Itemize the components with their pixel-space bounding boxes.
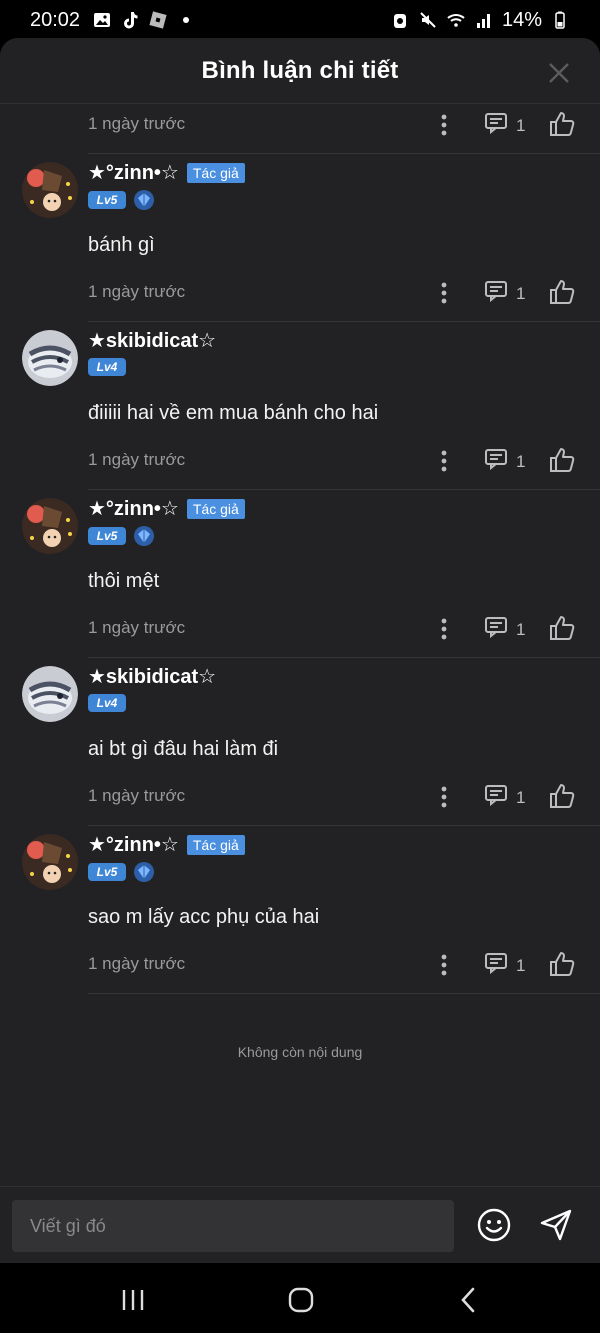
- like-icon[interactable]: [548, 950, 576, 978]
- avatar[interactable]: [22, 162, 78, 218]
- close-icon[interactable]: [546, 60, 572, 86]
- comment-input[interactable]: Viết gì đó: [12, 1200, 454, 1252]
- level-badge: Lv5: [88, 191, 126, 209]
- reply-icon: [484, 784, 508, 811]
- gallery-icon: [94, 13, 111, 27]
- avatar[interactable]: [22, 834, 78, 890]
- mute-icon: [420, 12, 436, 28]
- comment-time: 1 ngày trước: [88, 786, 186, 805]
- gem-badge-icon: [134, 862, 154, 882]
- comment-username[interactable]: ★skibidicat☆: [88, 664, 216, 689]
- comment-text: điiiii hai về em mua bánh cho hai: [88, 402, 379, 424]
- comment-time: 1 ngày trước: [88, 954, 186, 973]
- author-tag: Tác giả: [186, 498, 245, 519]
- sheet-header: Bình luận chi tiết: [0, 38, 600, 104]
- dot-icon: [183, 17, 190, 23]
- comment-item[interactable]: Lv4su kem 😊😊1 ngày trước1: [0, 104, 600, 154]
- comment-item[interactable]: ★skibidicat☆ Lv4 ai bt gì đâu hai làm đi 1 …: [0, 658, 600, 826]
- gem-badge-icon: [134, 526, 154, 546]
- emoji-icon[interactable]: [476, 1207, 512, 1243]
- sheet-title: Bình luận chi tiết: [201, 56, 399, 84]
- roblox-icon: [149, 11, 167, 29]
- comment-item[interactable]: ★°zinn•☆ Tác giả Lv5 thôi mệt 1 ngày trước 1: [0, 490, 600, 658]
- battery-percent: 14%: [501, 8, 542, 31]
- status-time: 20:02: [30, 8, 81, 31]
- signal-icon: [476, 14, 490, 28]
- comment-time: 1 ngày trước: [88, 450, 186, 469]
- comment-username[interactable]: ★skibidicat☆: [88, 328, 216, 353]
- comment-item[interactable]: ★°zinn•☆ Tác giả Lv5 bánh gì 1 ngày trước 1: [0, 154, 600, 322]
- comment-text: sao m lấy acc phụ của hai: [88, 906, 320, 928]
- alarm-icon: [393, 14, 406, 28]
- back-icon[interactable]: [454, 1285, 484, 1315]
- reply-count: 1: [516, 115, 526, 135]
- level-badge: Lv4: [88, 358, 126, 376]
- reply-button[interactable]: 1: [484, 280, 525, 307]
- tiktok-icon: [124, 12, 138, 29]
- comment-input-placeholder: Viết gì đó: [30, 1215, 106, 1236]
- avatar[interactable]: [22, 666, 78, 722]
- reply-button[interactable]: 1: [484, 784, 525, 811]
- wifi-icon: [447, 14, 465, 27]
- comment-item[interactable]: ★skibidicat☆ Lv4 điiiii hai về em mua bánh…: [0, 322, 600, 490]
- reply-count: 1: [516, 955, 526, 975]
- reply-icon: [484, 952, 508, 979]
- like-icon[interactable]: [548, 614, 576, 642]
- comment-username[interactable]: ★°zinn•☆: [88, 832, 179, 857]
- comment-list[interactable]: Lv4su kem 😊😊1 ngày trước1★°zinn•☆Tác giả…: [0, 104, 600, 1186]
- end-of-list-text: Không còn nội dung: [237, 1044, 363, 1060]
- reply-icon: [484, 280, 508, 307]
- system-nav-bar: [0, 1263, 600, 1333]
- level-badge: Lv4: [88, 694, 126, 712]
- comment-username[interactable]: ★°zinn•☆: [88, 496, 179, 521]
- level-badge: Lv5: [88, 527, 126, 545]
- reply-button[interactable]: 1: [484, 952, 525, 979]
- more-options-icon[interactable]: [434, 448, 454, 474]
- reply-count: 1: [516, 787, 526, 807]
- level-badge: Lv5: [88, 863, 126, 881]
- like-icon[interactable]: [548, 278, 576, 306]
- home-icon[interactable]: [286, 1285, 316, 1315]
- reply-count: 1: [516, 619, 526, 639]
- comment-composer: Viết gì đó: [0, 1186, 600, 1263]
- more-options-icon[interactable]: [434, 280, 454, 306]
- send-icon[interactable]: [538, 1207, 574, 1243]
- reply-button[interactable]: 1: [484, 448, 525, 475]
- comment-divider: [88, 993, 600, 994]
- reply-icon: [484, 448, 508, 475]
- like-icon[interactable]: [548, 782, 576, 810]
- reply-count: 1: [516, 283, 526, 303]
- gem-badge-icon: [134, 190, 154, 210]
- reply-button[interactable]: 1: [484, 616, 525, 643]
- avatar[interactable]: [22, 498, 78, 554]
- reply-icon: [484, 112, 508, 139]
- status-bar: 20:02 14%: [0, 0, 600, 40]
- comment-detail-sheet: Bình luận chi tiết Lv4su kem 😊😊1 ngày tr…: [0, 38, 600, 1263]
- comment-text: thôi mệt: [88, 570, 160, 592]
- comment-item[interactable]: ★°zinn•☆ Tác giả Lv5 sao m lấy acc phụ của …: [0, 826, 600, 994]
- more-options-icon[interactable]: [434, 784, 454, 810]
- avatar[interactable]: [22, 330, 78, 386]
- more-options-icon[interactable]: [434, 952, 454, 978]
- reply-count: 1: [516, 451, 526, 471]
- more-options-icon[interactable]: [434, 616, 454, 642]
- comment-time: 1 ngày trước: [88, 114, 186, 133]
- battery-icon: [555, 11, 565, 29]
- comment-time: 1 ngày trước: [88, 618, 186, 637]
- author-tag: Tác giả: [186, 162, 245, 183]
- more-options-icon[interactable]: [434, 112, 454, 138]
- comment-time: 1 ngày trước: [88, 282, 186, 301]
- like-icon[interactable]: [548, 446, 576, 474]
- comment-text: bánh gì: [88, 234, 155, 256]
- like-icon[interactable]: [548, 110, 576, 138]
- reply-button[interactable]: 1: [484, 112, 525, 139]
- comment-username[interactable]: ★°zinn•☆: [88, 160, 179, 185]
- comment-text: ai bt gì đâu hai làm đi: [88, 738, 279, 760]
- author-tag: Tác giả: [186, 834, 245, 855]
- recents-icon[interactable]: [118, 1285, 148, 1315]
- reply-icon: [484, 616, 508, 643]
